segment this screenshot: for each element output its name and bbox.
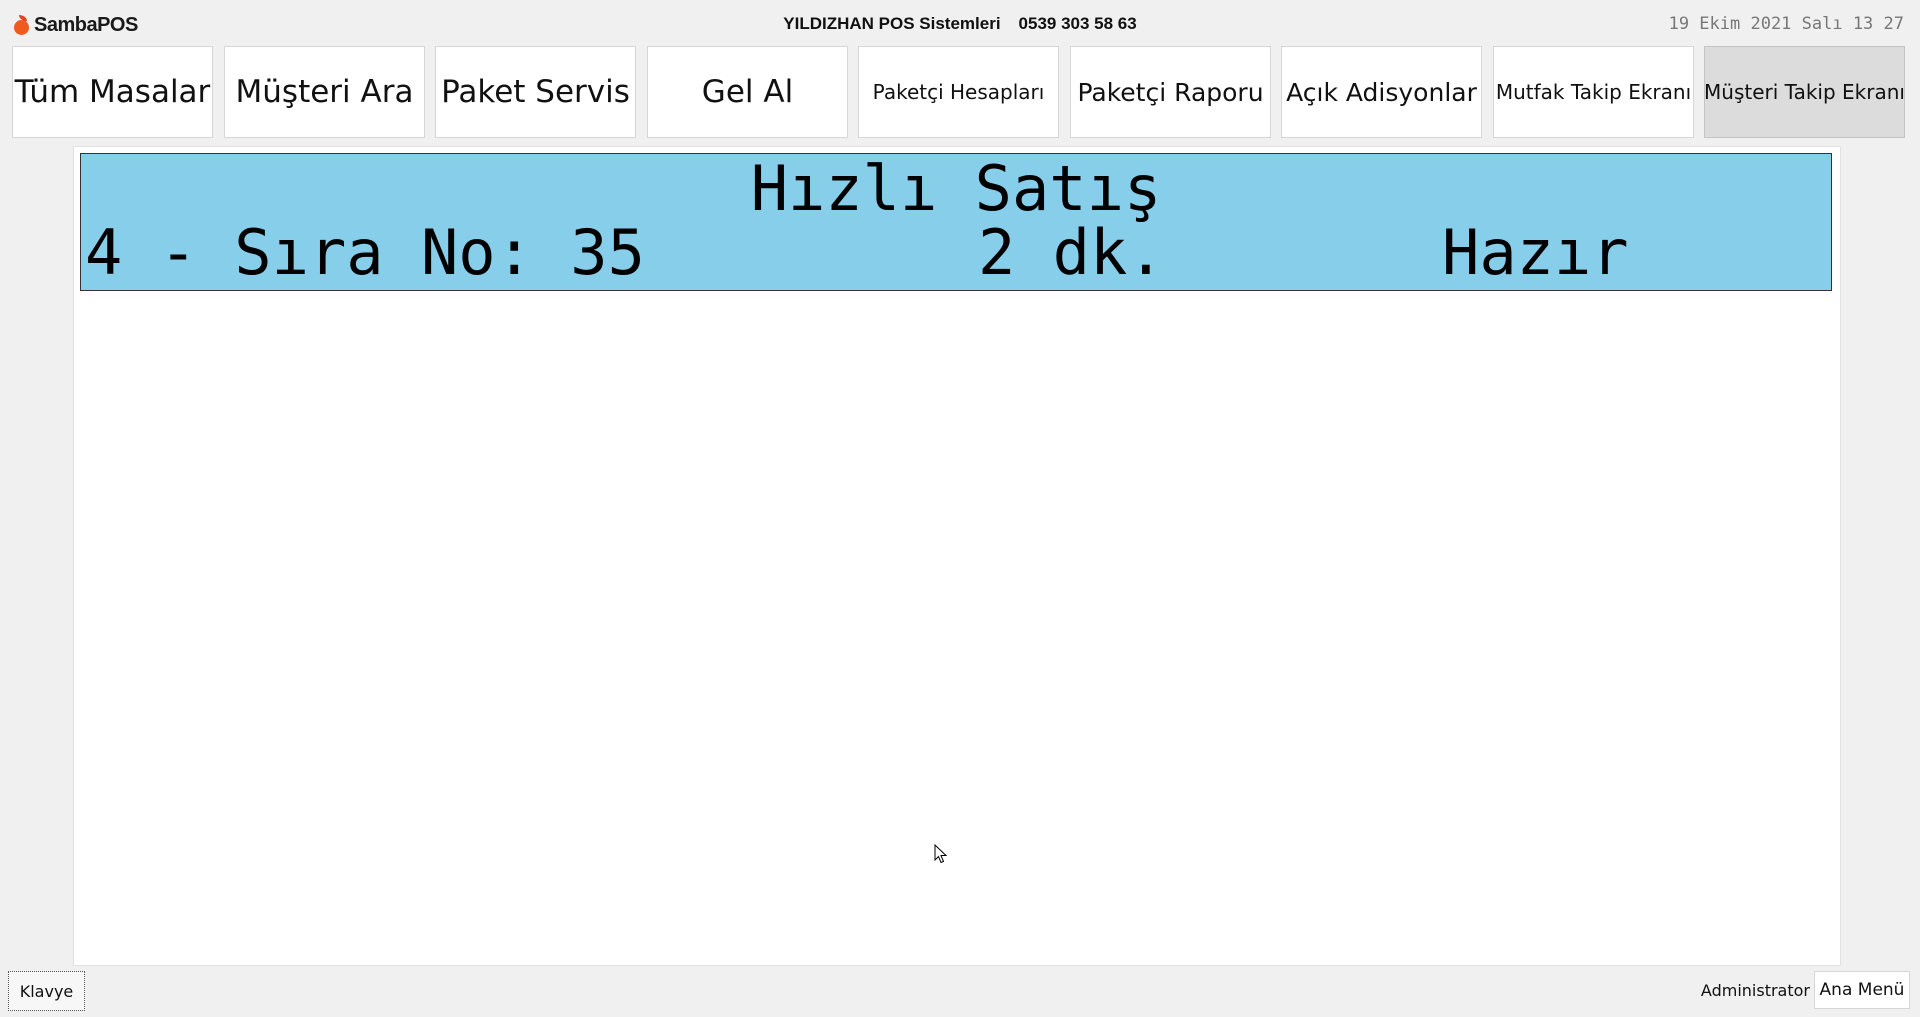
- nav-button-mutfak-takip[interactable]: Mutfak Takip Ekranı: [1493, 46, 1694, 138]
- ticket-details-row: 4 - Sıra No: 35 2 dk. Hazır: [85, 220, 1835, 550]
- current-user-label: Administrator: [1700, 981, 1810, 1000]
- ticket-status: Hazır: [1442, 216, 1629, 289]
- nav-button-paketci-hesaplari[interactable]: Paketçi Hesapları: [858, 46, 1059, 138]
- nav-button-bar: Tüm Masalar Müşteri Ara Paket Servis Gel…: [12, 46, 1910, 140]
- nav-button-tum-masalar[interactable]: Tüm Masalar: [12, 46, 213, 138]
- app-window: SambaPOS YILDIZHAN POS Sistemleri 0539 30…: [0, 0, 1920, 1017]
- nav-button-acik-adisyonlar[interactable]: Açık Adisyonlar: [1281, 46, 1482, 138]
- nav-button-paket-servis[interactable]: Paket Servis: [435, 46, 636, 138]
- company-phone: 0539 303 58 63: [1018, 14, 1137, 33]
- customer-tracking-panel: Hızlı Satış 4 - Sıra No: 35 2 dk. Hazır: [73, 146, 1841, 966]
- mouse-pointer-icon: [934, 844, 948, 864]
- main-menu-button[interactable]: Ana Menü: [1814, 971, 1910, 1009]
- ticket-order-number: 4 - Sıra No: 35: [85, 216, 645, 289]
- footer-bar: Klavye Administrator Ana Menü: [0, 968, 1920, 1017]
- ticket-elapsed-time: 2 dk.: [978, 216, 1165, 289]
- ticket-title: Hızlı Satış: [750, 152, 1162, 225]
- nav-button-paketci-raporu[interactable]: Paketçi Raporu: [1070, 46, 1271, 138]
- date-time-display: 19 Ekim 2021 Salı 13 27: [1668, 14, 1904, 34]
- company-info: YILDIZHAN POS Sistemleri 0539 303 58 63: [0, 14, 1920, 34]
- header-bar: SambaPOS YILDIZHAN POS Sistemleri 0539 30…: [0, 0, 1920, 46]
- ticket-card[interactable]: Hızlı Satış 4 - Sıra No: 35 2 dk. Hazır: [80, 153, 1832, 291]
- nav-button-musteri-ara[interactable]: Müşteri Ara: [224, 46, 425, 138]
- company-name: YILDIZHAN POS Sistemleri: [783, 14, 1001, 33]
- keyboard-button[interactable]: Klavye: [8, 971, 85, 1011]
- nav-button-gel-al[interactable]: Gel Al: [647, 46, 848, 138]
- nav-button-musteri-takip[interactable]: Müşteri Takip Ekranı: [1704, 46, 1905, 138]
